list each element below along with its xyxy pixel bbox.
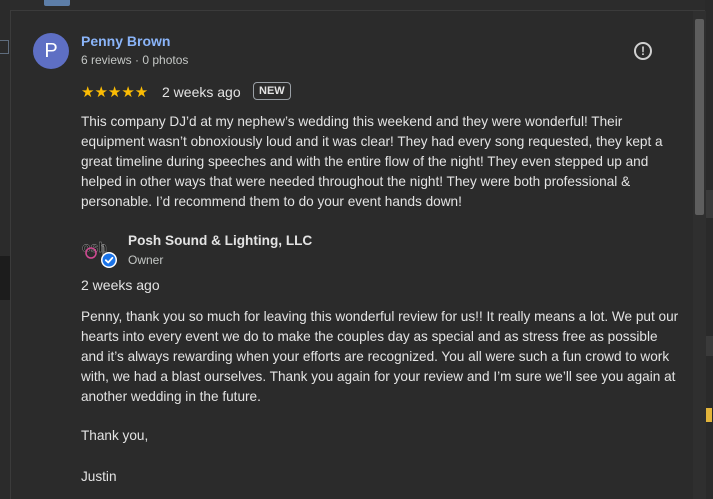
background-tab: [44, 0, 70, 6]
background-fragment: [705, 336, 713, 356]
background-page-left: [0, 0, 10, 499]
new-badge: NEW: [253, 82, 291, 100]
screen: P Penny Brown 6 reviews · 0 photos ! ★★★…: [0, 0, 713, 499]
background-fragment: [1, 68, 9, 80]
review-date: 2 weeks ago: [162, 84, 241, 100]
reviewer-name-link[interactable]: Penny Brown: [81, 33, 170, 49]
review-dialog: P Penny Brown 6 reviews · 0 photos ! ★★★…: [10, 10, 706, 499]
background-page-right: [705, 0, 713, 499]
business-logo: osh: [82, 239, 117, 268]
report-flag-icon[interactable]: !: [634, 42, 652, 60]
background-top-strip: [10, 0, 705, 10]
owner-response-text: Penny, thank you so much for leaving thi…: [81, 309, 679, 404]
star-rating: ★★★★★: [81, 84, 149, 101]
verified-check-icon: [101, 252, 117, 268]
dialog-scrollbar[interactable]: [693, 11, 706, 499]
response-date: 2 weeks ago: [81, 277, 160, 293]
review-text: This company DJ’d at my nephew’s wedding…: [81, 114, 663, 209]
owner-business-name: Posh Sound & Lighting, LLC: [128, 233, 313, 248]
owner-response-signature: Justin: [81, 469, 117, 484]
background-fragment: [0, 256, 10, 300]
background-fragment: [706, 408, 712, 422]
owner-role: Owner: [128, 253, 164, 267]
background-fragment: [705, 190, 713, 218]
scrollbar-thumb[interactable]: [695, 19, 704, 215]
reviewer-avatar[interactable]: P: [33, 33, 69, 69]
reviewer-meta: 6 reviews · 0 photos: [81, 53, 189, 67]
owner-response-closing: Thank you,: [81, 428, 149, 443]
background-fragment: [0, 40, 9, 54]
